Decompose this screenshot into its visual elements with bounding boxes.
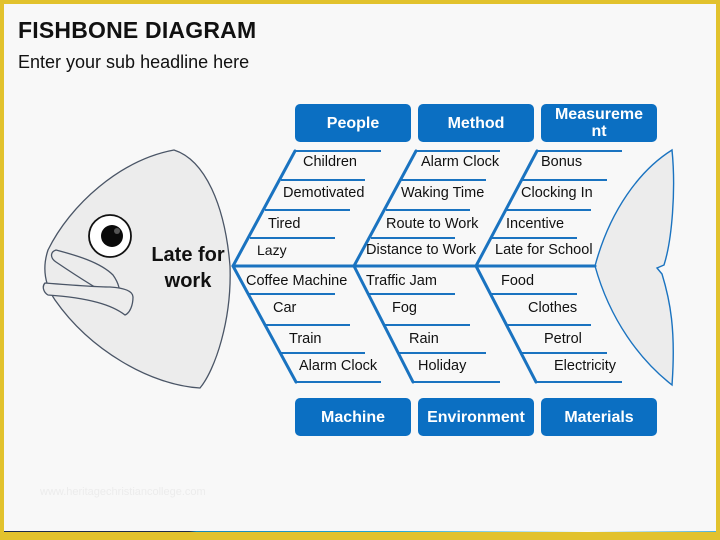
cause-label: Children [303, 154, 357, 170]
cause-label: Bonus [541, 154, 583, 170]
category-machine[interactable]: Machine [295, 398, 411, 436]
cause-label: Holiday [418, 358, 467, 374]
cause-label: Incentive [506, 216, 565, 232]
cause-label: Alarm Clock [421, 154, 500, 170]
cause-label: Waking Time [401, 185, 485, 201]
cause-label: Clocking In [521, 185, 593, 201]
watermark: www.heritagechristiancollege.com [40, 486, 206, 498]
cause-label: Route to Work [386, 216, 479, 232]
cause-label: Train [289, 331, 322, 347]
cause-label: Demotivated [283, 185, 365, 201]
problem-statement: Late for work [140, 242, 236, 294]
category-measurement-line2: nt [591, 123, 607, 140]
cause-label: Electricity [554, 358, 617, 374]
cause-label: Fog [392, 300, 417, 316]
cause-label: Petrol [544, 331, 582, 347]
eye-icon [88, 214, 132, 258]
bottom-accent-bar [4, 531, 716, 532]
cause-label: Coffee Machine [246, 273, 348, 289]
category-measurement-line1: Measureme [554, 106, 644, 123]
fish-tail [594, 148, 675, 387]
category-environment[interactable]: Environment [418, 398, 534, 436]
cause-label: Alarm Clock [299, 358, 378, 374]
cause-label: Clothes [528, 300, 578, 316]
slide: FISHBONE DIAGRAM Enter your sub headline… [4, 4, 716, 532]
cause-label: Distance to Work [366, 242, 477, 258]
cause-label: Late for School [495, 242, 593, 258]
problem-line-1: Late for [151, 244, 225, 266]
fishbone-drawing [42, 148, 675, 389]
cause-label: Tired [268, 216, 301, 232]
category-people[interactable]: People [295, 104, 411, 142]
cause-label: Lazy [257, 242, 287, 258]
cause-label: Food [501, 273, 535, 289]
category-measurement[interactable]: Measureme nt [541, 104, 657, 142]
cause-label: Car [273, 300, 297, 316]
category-method[interactable]: Method [418, 104, 534, 142]
cause-label: Rain [409, 331, 439, 347]
category-materials[interactable]: Materials [541, 398, 657, 436]
cause-label: Traffic Jam [366, 273, 437, 289]
problem-line-2: work [164, 270, 212, 292]
